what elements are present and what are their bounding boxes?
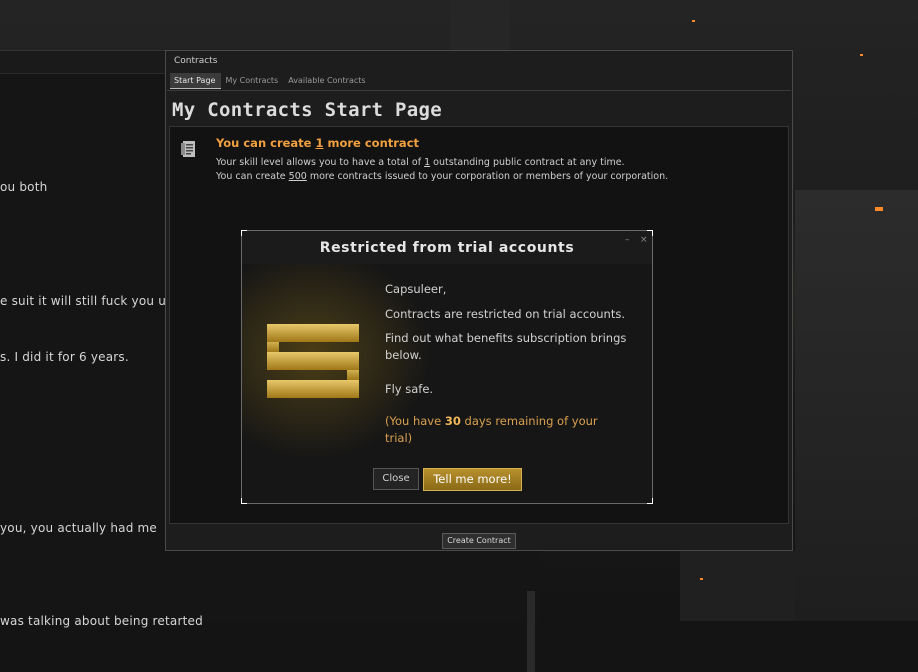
divider — [167, 90, 791, 91]
trial-restriction-dialog: Restricted from trial accounts – × Capsu… — [241, 230, 653, 504]
restriction-text: Contracts are restricted on trial accoun… — [385, 307, 625, 321]
window-title: Contracts — [174, 56, 218, 66]
contracts-tabs: Start Page My Contracts Available Contra… — [170, 73, 372, 89]
dialog-title: Restricted from trial accounts — [319, 240, 575, 256]
document-icon — [181, 141, 195, 157]
close-button[interactable]: Close — [373, 468, 419, 490]
tab-start-page[interactable]: Start Page — [170, 73, 222, 89]
dialog-corner — [647, 230, 653, 236]
close-icon[interactable]: × — [640, 235, 648, 245]
chat-line: was talking about being retarted — [0, 614, 203, 628]
tab-available-contracts[interactable]: Available Contracts — [284, 73, 371, 89]
station-structure — [680, 551, 795, 621]
chat-line: e suit it will still fuck you u — [0, 294, 167, 308]
fly-safe-text: Fly safe. — [385, 382, 434, 396]
station-light — [692, 20, 695, 22]
page-title: My Contracts Start Page — [172, 99, 442, 121]
tab-my-contracts[interactable]: My Contracts — [221, 73, 284, 89]
dialog-header: Restricted from trial accounts – × — [242, 231, 652, 265]
chat-line: ou both — [0, 180, 48, 194]
chat-line: you, you actually had me — [0, 521, 158, 535]
chat-scrollbar[interactable] — [527, 591, 535, 672]
tell-me-more-button[interactable]: Tell me more! — [423, 468, 522, 491]
trial-days: 30 — [444, 414, 461, 428]
subscription-text: Find out what benefits subscription brin… — [385, 331, 627, 362]
station-structure — [795, 190, 918, 621]
dialog-corner — [241, 230, 247, 236]
station-light — [875, 207, 883, 211]
station-structure — [450, 0, 510, 50]
omega-logo-icon — [267, 324, 359, 398]
greeting-text: Capsuleer, — [385, 282, 447, 296]
contract-count: 1 — [315, 136, 324, 150]
chat-line: s. I did it for 6 years. — [0, 350, 129, 364]
dialog-corner — [647, 498, 653, 504]
create-contract-button[interactable]: Create Contract — [442, 533, 516, 549]
station-light — [700, 578, 703, 580]
station-light — [860, 54, 863, 56]
public-contract-info: Your skill level allows you to have a to… — [216, 157, 625, 168]
dialog-corner — [241, 498, 247, 504]
contract-limit-title: You can create 1 more contract — [216, 136, 420, 150]
minimize-icon[interactable]: – — [625, 235, 630, 245]
trial-remaining-text: (You have 30 days remaining of your tria… — [385, 414, 598, 445]
corporation-contract-info: You can create 500 more contracts issued… — [216, 171, 669, 182]
